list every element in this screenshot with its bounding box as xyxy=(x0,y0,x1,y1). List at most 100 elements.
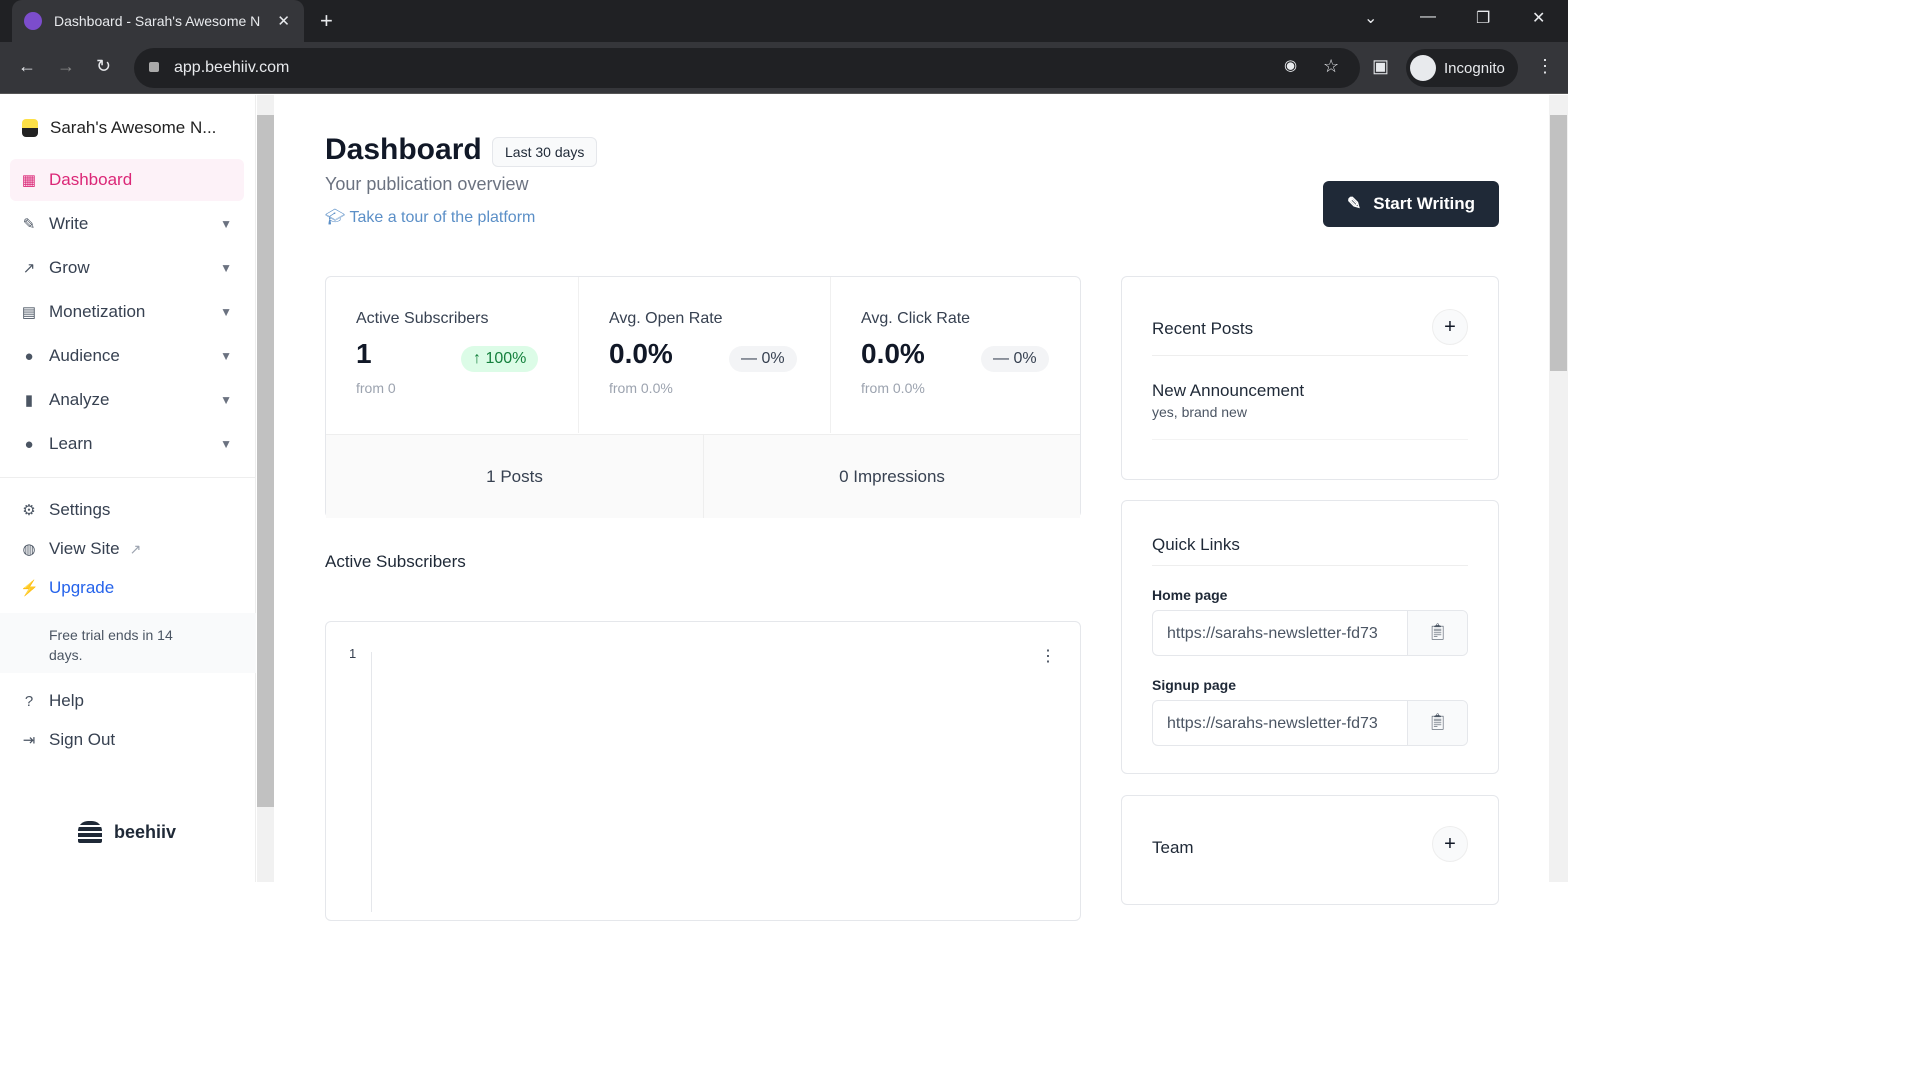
stat-active-subscribers: Active Subscribers 1 from 0 ↑ 100% xyxy=(326,277,578,433)
y-tick-label: 1 xyxy=(349,646,357,661)
address-bar: ← → ↻ app.beehiiv.com ◉ ☆ ▣ Incognito ⋮ xyxy=(0,42,1568,94)
reload-button[interactable]: ↻ xyxy=(96,56,111,77)
chevron-down-icon: ▼ xyxy=(220,261,232,275)
add-team-member-button[interactable]: + xyxy=(1432,826,1468,862)
post-subtitle: yes, brand new xyxy=(1152,404,1247,420)
sidebar-item-sign-out[interactable]: ⇥ Sign Out xyxy=(10,719,244,761)
graduation-cap-icon: 🎓︎ xyxy=(325,209,350,226)
browser-tab[interactable]: Dashboard - Sarah's Awesome N ✕ xyxy=(12,0,304,42)
subscribers-chart: 1 ⋮ xyxy=(325,621,1081,921)
sidebar-item-analyze[interactable]: ▮ Analyze ▼ xyxy=(10,379,244,421)
external-link-icon: ↗ xyxy=(129,540,142,557)
chart-title: Active Subscribers xyxy=(325,552,466,571)
stat-open-rate: Avg. Open Rate 0.0% from 0.0% — 0% xyxy=(578,277,830,433)
incognito-badge[interactable]: Incognito xyxy=(1406,49,1518,87)
change-badge: ↑ 100% xyxy=(461,346,539,372)
menu-icon[interactable]: ⋮ xyxy=(1536,56,1554,77)
grid-icon: ▦ xyxy=(21,172,37,189)
beehive-icon xyxy=(78,821,102,843)
forward-button[interactable]: → xyxy=(57,56,75,77)
trial-notice: Free trial ends in 14 days. xyxy=(0,613,256,673)
star-icon[interactable]: ☆ xyxy=(1323,56,1339,77)
kebab-menu-icon[interactable]: ⋮ xyxy=(1040,646,1056,666)
page-scrollbar[interactable] xyxy=(1549,95,1568,882)
tab-search-icon[interactable]: ⌄ xyxy=(1364,8,1377,28)
restore-button[interactable]: ❐ xyxy=(1476,8,1490,28)
scrollbar-thumb[interactable] xyxy=(1550,115,1567,371)
help-icon: ? xyxy=(24,692,34,710)
sidebar-item-audience[interactable]: ● Audience ▼ xyxy=(10,335,244,377)
sidebar-scrollbar[interactable] xyxy=(257,95,274,882)
main-content: Dashboard Last 30 days Your publication … xyxy=(275,95,1549,921)
minimize-button[interactable]: — xyxy=(1420,8,1436,26)
team-title: Team xyxy=(1152,838,1194,857)
home-page-label: Home page xyxy=(1152,587,1228,603)
sidebar-item-settings[interactable]: ⚙ Settings xyxy=(10,489,244,531)
team-card: Team + xyxy=(1121,795,1499,905)
clipboard-icon[interactable]: 📋︎ xyxy=(1407,701,1467,745)
quick-links-card: Quick Links Home page https://sarahs-new… xyxy=(1121,500,1499,774)
sidebar-item-grow[interactable]: ↗ Grow ▼ xyxy=(10,247,244,289)
sign-out-icon: ⇥ xyxy=(22,732,36,749)
sidebar-item-view-site[interactable]: ◍ View Site ↗ xyxy=(10,528,244,570)
users-icon: ● xyxy=(24,347,34,365)
posts-count: 1 Posts xyxy=(326,434,703,518)
close-window-button[interactable]: ✕ xyxy=(1532,8,1545,28)
publication-switcher[interactable]: Sarah's Awesome N... xyxy=(10,105,244,151)
sidebar-item-help[interactable]: ? Help xyxy=(10,680,244,722)
sidebar-item-upgrade[interactable]: ⚡ Upgrade xyxy=(10,567,244,609)
sidebar-item-dashboard[interactable]: ▦ Dashboard xyxy=(10,159,244,201)
divider xyxy=(0,477,256,478)
tour-link[interactable]: 🎓︎ Take a tour of the platform xyxy=(325,207,535,227)
signup-page-label: Signup page xyxy=(1152,677,1236,693)
recent-posts-title: Recent Posts xyxy=(1152,319,1254,338)
lock-icon xyxy=(149,62,159,72)
eye-off-icon[interactable]: ◉ xyxy=(1284,56,1297,74)
pencil-icon: ✎ xyxy=(22,216,36,233)
page-title: Dashboard xyxy=(325,133,482,166)
chevron-down-icon: ▼ xyxy=(220,437,232,451)
back-button[interactable]: ← xyxy=(18,56,36,77)
publication-logo xyxy=(22,119,38,137)
impressions-count: 0 Impressions xyxy=(703,434,1080,518)
trend-icon: ↗ xyxy=(22,260,36,277)
y-axis xyxy=(371,652,372,912)
beehiiv-logo: beehiiv xyxy=(78,821,176,843)
money-icon: ▤ xyxy=(21,304,37,321)
lightning-icon: ⚡ xyxy=(20,580,39,597)
sidebar-item-learn[interactable]: ● Learn ▼ xyxy=(10,423,244,465)
bulb-icon: ● xyxy=(24,435,34,453)
home-page-url-field[interactable]: https://sarahs-newsletter-fd73 📋︎ xyxy=(1152,610,1468,656)
start-writing-button[interactable]: ✎ Start Writing xyxy=(1323,181,1499,227)
pencil-icon: ✎ xyxy=(1347,194,1362,213)
change-badge: — 0% xyxy=(729,346,797,372)
chevron-down-icon: ▼ xyxy=(220,393,232,407)
globe-icon: ◍ xyxy=(22,541,36,558)
chevron-down-icon: ▼ xyxy=(220,305,232,319)
signup-page-url-field[interactable]: https://sarahs-newsletter-fd73 📋︎ xyxy=(1152,700,1468,746)
url-input[interactable]: app.beehiiv.com xyxy=(134,48,1360,88)
bar-chart-icon: ▮ xyxy=(24,392,34,409)
post-title[interactable]: New Announcement xyxy=(1152,381,1304,401)
add-post-button[interactable]: + xyxy=(1432,309,1468,345)
sidepanel-icon[interactable]: ▣ xyxy=(1372,56,1389,77)
sidebar-item-monetization[interactable]: ▤ Monetization ▼ xyxy=(10,291,244,333)
date-range-button[interactable]: Last 30 days xyxy=(492,137,598,167)
browser-tabbar: Dashboard - Sarah's Awesome N ✕ + ⌄ — ❐ ✕ xyxy=(0,0,1568,42)
scrollbar-thumb[interactable] xyxy=(257,115,274,807)
gear-icon: ⚙ xyxy=(22,502,36,519)
chevron-down-icon: ▼ xyxy=(220,217,232,231)
page-subtitle: Your publication overview xyxy=(325,174,529,194)
quick-links-title: Quick Links xyxy=(1152,535,1240,554)
favicon-icon xyxy=(24,12,42,30)
stats-card: Active Subscribers 1 from 0 ↑ 100% Avg. Ope… xyxy=(325,276,1081,518)
change-badge: — 0% xyxy=(981,346,1049,372)
chevron-down-icon: ▼ xyxy=(220,349,232,363)
sidebar: Sarah's Awesome N... ▦ Dashboard ✎ Write ▼ … xyxy=(0,95,256,882)
new-tab-button[interactable]: + xyxy=(320,8,333,34)
close-tab-icon[interactable]: ✕ xyxy=(277,12,290,30)
stat-click-rate: Avg. Click Rate 0.0% from 0.0% — 0% xyxy=(830,277,1082,433)
recent-posts-card: Recent Posts + New Announcement yes, bra… xyxy=(1121,276,1499,480)
sidebar-item-write[interactable]: ✎ Write ▼ xyxy=(10,203,244,245)
clipboard-icon[interactable]: 📋︎ xyxy=(1407,611,1467,655)
